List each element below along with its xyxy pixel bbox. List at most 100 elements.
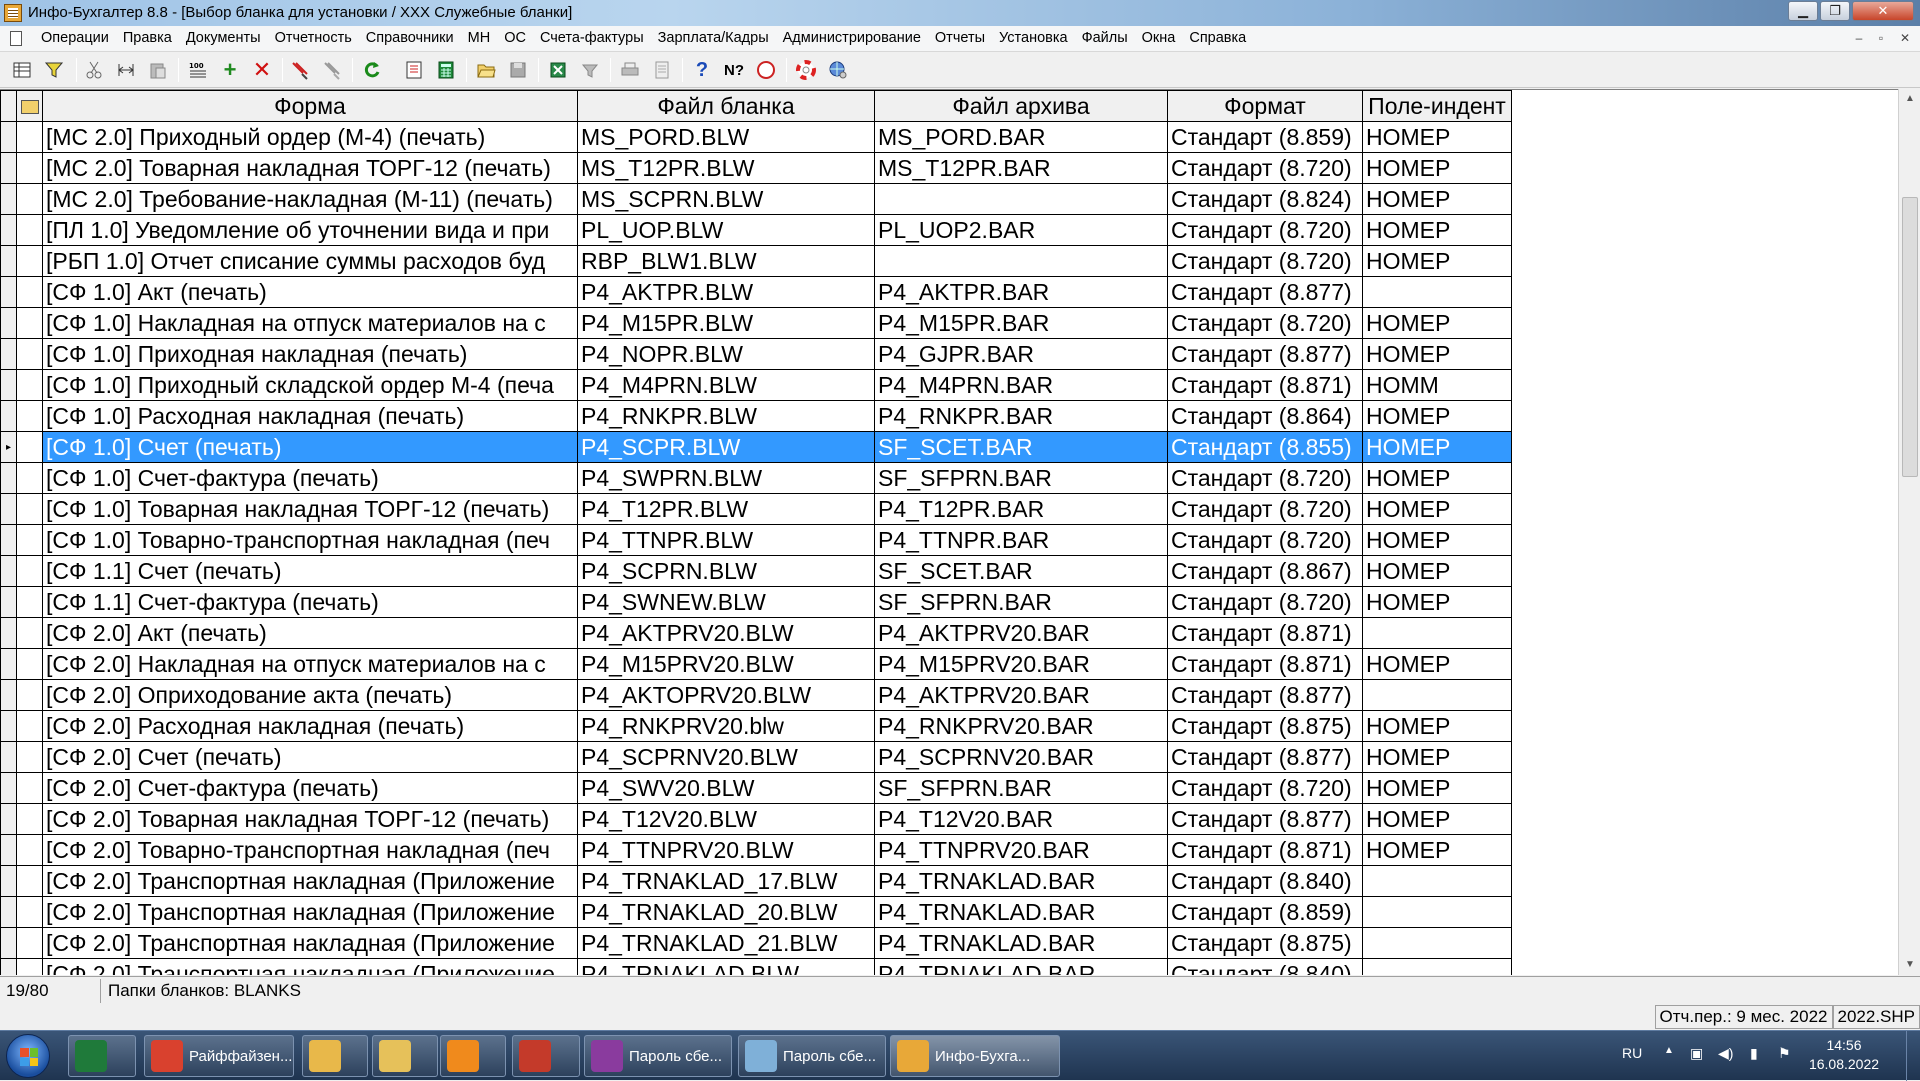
cell-ident-field[interactable] (1363, 897, 1512, 928)
export-icon[interactable] (578, 58, 602, 82)
help-icon[interactable]: ? (690, 58, 714, 82)
table-row[interactable]: [РБП 1.0] Отчет списание суммы расходов … (1, 246, 1512, 277)
cell-archive-file[interactable]: SF_SFPRN.BAR (875, 587, 1168, 618)
cell-form[interactable]: [СФ 1.0] Накладная на отпуск материалов … (43, 308, 578, 339)
cell-form[interactable]: [МС 2.0] Приходный ордер (М-4) (печать) (43, 122, 578, 153)
row-indicator[interactable] (1, 215, 17, 246)
cell-form[interactable]: [СФ 1.0] Акт (печать) (43, 277, 578, 308)
cell-archive-file[interactable]: P4_TTNPRV20.BAR (875, 835, 1168, 866)
table-row[interactable]: [СФ 1.0] Приходная накладная (печать)P4_… (1, 339, 1512, 370)
cell-ident-field[interactable]: НОМЕР (1363, 494, 1512, 525)
cell-format[interactable]: Стандарт (8.840) (1168, 959, 1363, 976)
row-indicator[interactable] (1, 525, 17, 556)
filter-icon[interactable] (42, 58, 66, 82)
cell-blank-file[interactable]: P4_AKTPRV20.BLW (578, 618, 875, 649)
cell-ident-field[interactable] (1363, 959, 1512, 976)
row-indicator[interactable] (1, 959, 17, 976)
cell-form[interactable]: [СФ 1.1] Счет-фактура (печать) (43, 587, 578, 618)
cell-blank-file[interactable]: P4_NOPR.BLW (578, 339, 875, 370)
cell-format[interactable]: Стандарт (8.864) (1168, 401, 1363, 432)
row-indicator[interactable] (1, 401, 17, 432)
cell-form[interactable]: [СФ 1.0] Счет-фактура (печать) (43, 463, 578, 494)
cell-archive-file[interactable]: P4_RNKPR.BAR (875, 401, 1168, 432)
table-row[interactable]: [СФ 1.0] Товарно-транспортная накладная … (1, 525, 1512, 556)
cell-blank-file[interactable]: P4_TRNAKLAD_20.BLW (578, 897, 875, 928)
menu-item[interactable]: Установка (992, 30, 1075, 46)
table-row[interactable]: [СФ 1.0] Счет-фактура (печать)P4_SWPRN.B… (1, 463, 1512, 494)
cell-ident-field[interactable]: НОМЕР (1363, 773, 1512, 804)
row-mark-cell[interactable] (17, 711, 43, 742)
cell-form[interactable]: [СФ 2.0] Акт (печать) (43, 618, 578, 649)
close-button[interactable]: ✕ (1852, 1, 1914, 21)
context-help-icon[interactable]: N? (722, 58, 746, 82)
column-header-ident-field[interactable]: Поле-индент (1363, 91, 1512, 122)
row-indicator[interactable]: ▸ (1, 432, 17, 463)
clock[interactable]: 14:56 16.08.2022 (1808, 1036, 1880, 1074)
cell-blank-file[interactable]: P4_TTNPR.BLW (578, 525, 875, 556)
menu-item[interactable]: Правка (116, 30, 179, 46)
cell-form[interactable]: [СФ 1.0] Приходный складской ордер М-4 (… (43, 370, 578, 401)
menu-item[interactable]: ОС (497, 30, 533, 46)
row-mark-cell[interactable] (17, 525, 43, 556)
row-mark-cell[interactable] (17, 959, 43, 976)
save-icon[interactable] (506, 58, 530, 82)
cell-ident-field[interactable]: НОМЕР (1363, 711, 1512, 742)
row-indicator[interactable] (1, 494, 17, 525)
report-icon[interactable] (402, 58, 426, 82)
cell-blank-file[interactable]: P4_SCPR.BLW (578, 432, 875, 463)
cell-ident-field[interactable]: НОМЕР (1363, 649, 1512, 680)
cell-blank-file[interactable]: P4_RNKPR.BLW (578, 401, 875, 432)
cell-form[interactable]: [СФ 2.0] Транспортная накладная (Приложе… (43, 928, 578, 959)
taskbar-button[interactable] (372, 1035, 438, 1077)
cell-ident-field[interactable]: НОМЕР (1363, 432, 1512, 463)
table-row[interactable]: [СФ 1.0] Накладная на отпуск материалов … (1, 308, 1512, 339)
column-header-form[interactable]: Форма (43, 91, 578, 122)
row-mark-cell[interactable] (17, 463, 43, 494)
taskbar-button[interactable]: Пароль сбе... (738, 1035, 886, 1077)
table-row[interactable]: [СФ 2.0] Товарная накладная ТОРГ-12 (печ… (1, 804, 1512, 835)
menu-item[interactable]: Отчетность (268, 30, 359, 46)
cell-blank-file[interactable]: P4_AKTPR.BLW (578, 277, 875, 308)
row-indicator[interactable] (1, 897, 17, 928)
table-row[interactable]: [СФ 2.0] Накладная на отпуск материалов … (1, 649, 1512, 680)
cell-format[interactable]: Стандарт (8.871) (1168, 370, 1363, 401)
row-indicator[interactable] (1, 928, 17, 959)
cell-form[interactable]: [СФ 2.0] Товарная накладная ТОРГ-12 (печ… (43, 804, 578, 835)
table-row[interactable]: [СФ 1.1] Счет-фактура (печать)P4_SWNEW.B… (1, 587, 1512, 618)
cell-format[interactable]: Стандарт (8.720) (1168, 494, 1363, 525)
cell-ident-field[interactable] (1363, 618, 1512, 649)
cell-form[interactable]: [СФ 1.0] Приходная накладная (печать) (43, 339, 578, 370)
row-indicator[interactable] (1, 370, 17, 401)
web-icon[interactable] (826, 58, 850, 82)
numbering-icon[interactable]: 100 (186, 58, 210, 82)
menu-item[interactable]: Файлы (1075, 30, 1135, 46)
cell-form[interactable]: [РБП 1.0] Отчет списание суммы расходов … (43, 246, 578, 277)
taskbar-button[interactable]: Инфо-Бухга... (890, 1035, 1060, 1077)
cell-archive-file[interactable]: P4_AKTPR.BAR (875, 277, 1168, 308)
export-excel-icon[interactable] (546, 58, 570, 82)
cell-form[interactable]: [СФ 1.0] Товарная накладная ТОРГ-12 (печ… (43, 494, 578, 525)
cell-ident-field[interactable]: НОМЕР (1363, 153, 1512, 184)
table-row[interactable]: [СФ 2.0] Расходная накладная (печать)P4_… (1, 711, 1512, 742)
menu-item[interactable]: Зарплата/Кадры (651, 30, 776, 46)
vertical-scrollbar[interactable]: ▲ ▼ (1898, 89, 1920, 975)
cell-form[interactable]: [СФ 2.0] Товарно-транспортная накладная … (43, 835, 578, 866)
row-mark-cell[interactable] (17, 742, 43, 773)
row-mark-cell[interactable] (17, 773, 43, 804)
cell-ident-field[interactable]: НОМЕР (1363, 835, 1512, 866)
cell-format[interactable]: Стандарт (8.859) (1168, 122, 1363, 153)
cell-format[interactable]: Стандарт (8.877) (1168, 277, 1363, 308)
cell-archive-file[interactable]: SF_SFPRN.BAR (875, 463, 1168, 494)
cell-form[interactable]: [СФ 2.0] Оприходование акта (печать) (43, 680, 578, 711)
cell-archive-file[interactable]: P4_TRNAKLAD.BAR (875, 928, 1168, 959)
table-row[interactable]: [СФ 1.1] Счет (печать)P4_SCPRN.BLWSF_SCE… (1, 556, 1512, 587)
cell-ident-field[interactable]: НОМЕР (1363, 525, 1512, 556)
taskbar-button[interactable]: Райффайзен... (144, 1035, 294, 1077)
cell-form[interactable]: [СФ 2.0] Транспортная накладная (Приложе… (43, 866, 578, 897)
cell-archive-file[interactable]: PL_UOP2.BAR (875, 215, 1168, 246)
cell-format[interactable]: Стандарт (8.720) (1168, 153, 1363, 184)
document-menu-icon[interactable] (10, 31, 22, 46)
menu-item[interactable]: Документы (179, 30, 268, 46)
row-mark-cell[interactable] (17, 153, 43, 184)
cell-format[interactable]: Стандарт (8.720) (1168, 587, 1363, 618)
